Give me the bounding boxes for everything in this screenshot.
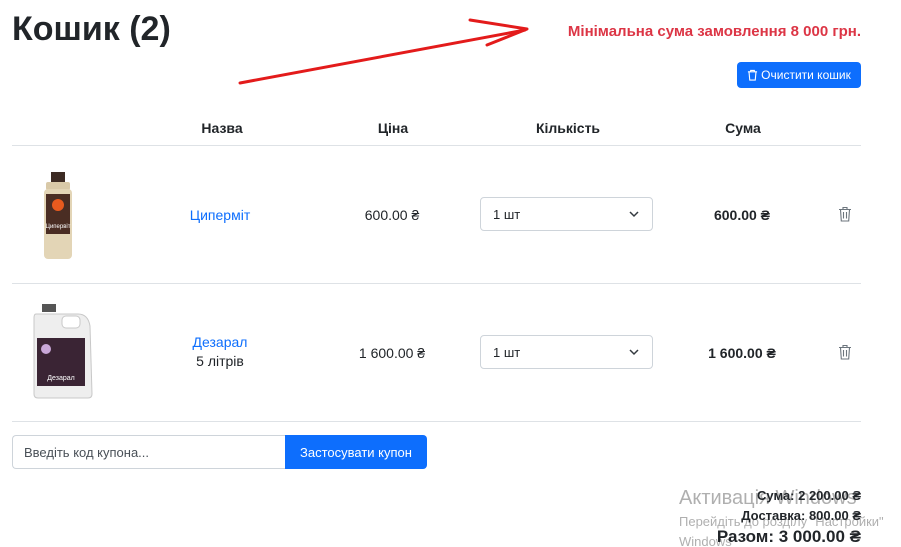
canister-label: Дезарал <box>47 375 74 382</box>
product-variant: 5 літрів <box>196 353 244 369</box>
column-price: Ціна <box>377 120 409 136</box>
table-row: Дезарал Дезарал 5 літрів 1 600.00 ₴ 1 шт… <box>12 284 861 422</box>
clear-cart-button[interactable]: Очистити кошик <box>737 62 861 88</box>
clear-cart-label: Очистити кошик <box>761 68 851 82</box>
product-price: 600.00 ₴ <box>364 207 420 223</box>
product-link[interactable]: Циперміт <box>190 207 250 223</box>
subtotal: Сума: 2 200.00 ₴ <box>757 488 861 503</box>
table-header: Назва Ціна Кількість Сума <box>12 118 861 146</box>
row-sum: 600.00 ₴ <box>713 207 771 223</box>
trash-icon <box>748 69 758 81</box>
remove-item-icon[interactable] <box>838 206 852 222</box>
coupon-form: Застосувати купон <box>12 435 427 469</box>
column-name: Назва <box>201 120 243 136</box>
column-sum: Сума <box>725 120 761 136</box>
chevron-down-icon <box>629 211 639 218</box>
quantity-select[interactable]: 1 шт <box>480 197 653 231</box>
order-totals: Сума: 2 200.00 ₴ Доставка: 800.00 ₴ Разо… <box>717 486 861 547</box>
bottle-label: Ципервіт <box>46 224 71 230</box>
grand-total: Разом: 3 000.00 ₴ <box>716 527 861 546</box>
quantity-value: 1 шт <box>493 206 521 222</box>
quantity-value: 1 шт <box>493 344 521 360</box>
delivery-cost: Доставка: 800.00 ₴ <box>741 508 861 523</box>
chevron-down-icon <box>629 349 639 356</box>
remove-item-icon[interactable] <box>838 344 852 360</box>
page-title: Кошик (2) <box>12 10 171 48</box>
product-price: 1 600.00 ₴ <box>358 345 426 361</box>
coupon-input[interactable] <box>12 435 285 469</box>
product-image-canister: Дезарал <box>33 304 93 399</box>
row-sum: 1 600.00 ₴ <box>708 345 776 361</box>
product-link[interactable]: Дезарал <box>193 334 248 350</box>
apply-coupon-button[interactable]: Застосувати купон <box>285 435 427 469</box>
quantity-select[interactable]: 1 шт <box>480 335 653 369</box>
column-quantity: Кількість <box>535 120 601 136</box>
product-image-bottle: Ципервіт <box>44 172 72 259</box>
table-row: Ципервіт Циперміт 600.00 ₴ 1 шт 600.00 ₴ <box>12 146 861 284</box>
min-order-notice: Мінімальна сума замовлення 8 000 грн. <box>567 23 861 40</box>
